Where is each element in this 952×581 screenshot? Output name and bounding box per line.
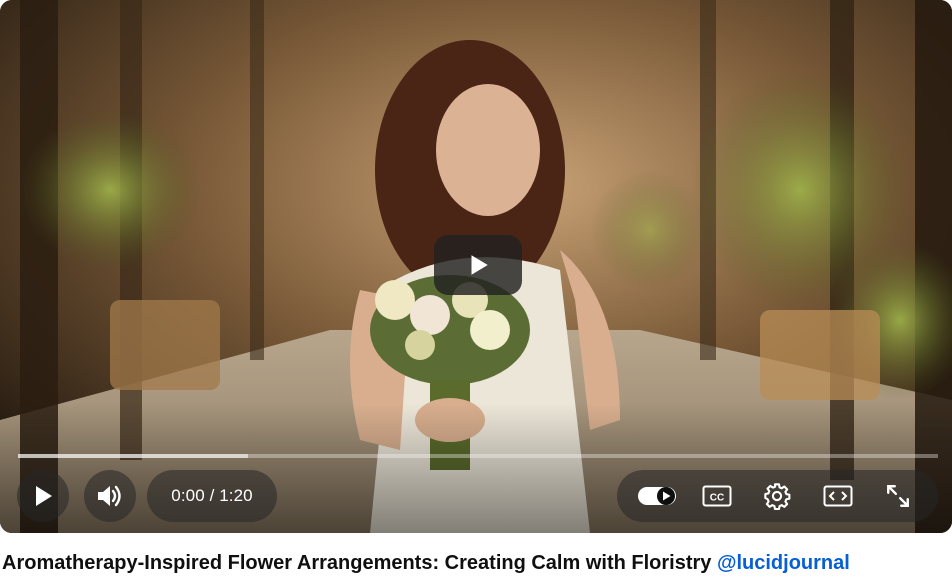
- time-text: 0:00 / 1:20: [171, 486, 253, 505]
- volume-button[interactable]: [84, 470, 136, 522]
- time-display: 0:00 / 1:20: [147, 470, 277, 522]
- progress-played: [18, 454, 248, 458]
- play-icon: [31, 484, 55, 508]
- autoplay-toggle[interactable]: [631, 470, 683, 522]
- big-play-button[interactable]: [434, 235, 522, 295]
- autoplay-toggle-icon: [637, 485, 677, 507]
- right-controls: CC: [617, 470, 938, 522]
- play-button[interactable]: [17, 470, 69, 522]
- fullscreen-icon: [885, 483, 911, 509]
- play-icon: [465, 252, 491, 278]
- settings-button[interactable]: [751, 470, 803, 522]
- captions-button[interactable]: CC: [691, 470, 743, 522]
- video-caption: Aromatherapy-Inspired Flower Arrangement…: [2, 552, 950, 575]
- theater-mode-button[interactable]: [812, 470, 864, 522]
- video-title: Aromatherapy-Inspired Flower Arrangement…: [2, 552, 712, 574]
- volume-icon: [95, 482, 125, 510]
- fullscreen-button[interactable]: [872, 470, 924, 522]
- channel-link[interactable]: @lucidjournal: [717, 552, 850, 574]
- captions-icon-text: CC: [710, 493, 724, 504]
- closed-captions-icon: CC: [702, 485, 732, 507]
- gear-icon: [763, 482, 791, 510]
- video-player[interactable]: 0:00 / 1:20 CC: [0, 0, 952, 533]
- theater-mode-icon: [823, 485, 853, 507]
- progress-bar[interactable]: [18, 454, 938, 458]
